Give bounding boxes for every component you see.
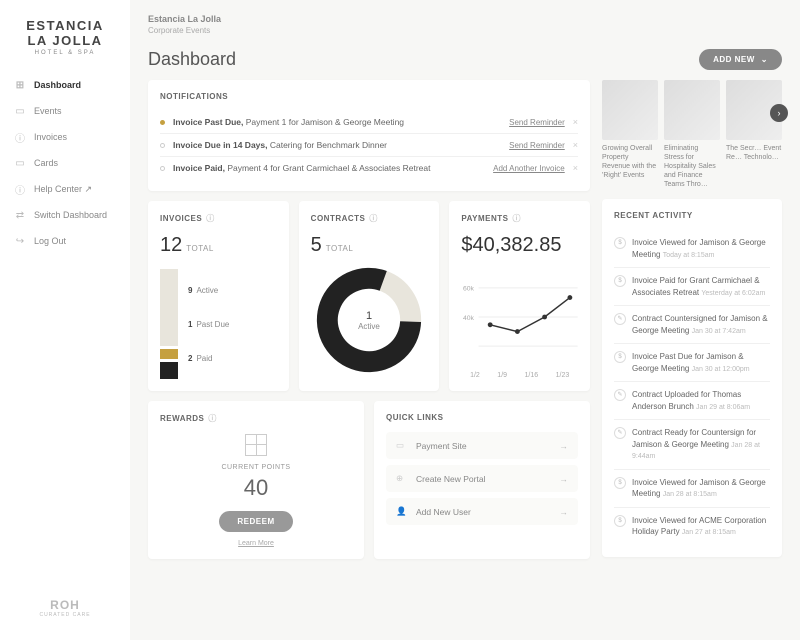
arrow-right-icon: →	[560, 441, 569, 451]
activity-row: ✎Contract Uploaded for Thomas Anderson B…	[614, 381, 770, 419]
activity-row: $Invoice Viewed for ACME Corporation Hol…	[614, 507, 770, 545]
invoices-bar	[160, 269, 178, 379]
activity-card: RECENT ACTIVITY $Invoice Viewed for Jami…	[602, 199, 782, 557]
notification-action[interactable]: Send Reminder	[509, 118, 565, 127]
notification-row: Invoice Paid, Payment 4 for Grant Carmic…	[160, 156, 578, 179]
nav-item-help-center-[interactable]: ⓘHelp Center ↗	[0, 176, 130, 202]
quicklink-add-new-user[interactable]: 👤Add New User→	[386, 498, 578, 525]
notifications-title: NOTIFICATIONS	[160, 92, 578, 101]
quicklink-icon: 👤	[396, 506, 408, 517]
payments-card: PAYMENTSⓘ $40,382.85 60k 40k	[449, 201, 590, 391]
redeem-button[interactable]: REDEEM	[219, 511, 292, 532]
thumbnail-image	[602, 80, 658, 140]
svg-text:60k: 60k	[463, 286, 475, 293]
arrow-right-icon: →	[560, 474, 569, 484]
activity-row: $Invoice Viewed for Jamison & George Mee…	[614, 230, 770, 267]
activity-icon: $	[614, 477, 626, 489]
contracts-card: CONTRACTSⓘ 5TOTAL 1Active	[299, 201, 440, 391]
add-new-button[interactable]: ADD NEW ⌄	[699, 49, 782, 70]
notification-row: Invoice Due in 14 Days, Catering for Ben…	[160, 133, 578, 156]
notification-row: Invoice Past Due, Payment 1 for Jamison …	[160, 111, 578, 133]
close-icon[interactable]: ×	[573, 140, 578, 150]
nav-item-switch-dashboard[interactable]: ⇄Switch Dashboard	[0, 202, 130, 228]
article-carousel: Growing Overall Property Revenue with th…	[602, 80, 782, 189]
status-dot	[160, 143, 165, 148]
svg-text:40k: 40k	[463, 315, 475, 322]
gift-icon	[245, 434, 267, 456]
help-icon[interactable]: ⓘ	[206, 213, 215, 224]
activity-icon: ✎	[614, 427, 626, 439]
activity-row: $Invoice Viewed for Jamison & George Mee…	[614, 469, 770, 507]
carousel-item[interactable]: Eliminating Stress for Hospitality Sales…	[664, 80, 720, 189]
chevron-down-icon: ⌄	[761, 55, 768, 64]
activity-icon: $	[614, 351, 626, 363]
contracts-donut: 1Active	[314, 265, 424, 375]
invoices-card: INVOICESⓘ 12TOTAL 9Active1Past Due2Paid	[148, 201, 289, 391]
help-icon[interactable]: ⓘ	[512, 213, 521, 224]
sidebar: ESTANCIA LA JOLLA HOTEL & SPA ⊞Dashboard…	[0, 0, 130, 640]
nav-item-invoices[interactable]: ⓘInvoices	[0, 124, 130, 150]
footer-logo: ROH CURATED CARE	[0, 588, 130, 628]
notification-action[interactable]: Send Reminder	[509, 141, 565, 150]
close-icon[interactable]: ×	[573, 163, 578, 173]
breadcrumb-title: Estancia La Jolla	[148, 14, 782, 24]
activity-icon: ✎	[614, 389, 626, 401]
thumbnail-image	[664, 80, 720, 140]
arrow-right-icon: →	[560, 507, 569, 517]
rewards-card: REWARDSⓘ CURRENT POINTS 40 REDEEM Learn …	[148, 401, 364, 559]
close-icon[interactable]: ×	[573, 117, 578, 127]
learn-more-link[interactable]: Learn More	[160, 540, 352, 547]
notification-action[interactable]: Add Another Invoice	[493, 164, 565, 173]
activity-row: $Invoice Past Due for Jamison & George M…	[614, 343, 770, 381]
activity-icon: $	[614, 237, 626, 249]
carousel-item[interactable]: The Secr… Event Re… Technolo…	[726, 80, 782, 189]
nav-icon: ⊞	[14, 79, 26, 91]
nav-item-events[interactable]: ▭Events	[0, 98, 130, 124]
quicklink-create-new-portal[interactable]: ⊕Create New Portal→	[386, 465, 578, 492]
breadcrumb-sub: Corporate Events	[148, 26, 782, 35]
payments-chart: 60k 40k 1/21/91/161/23	[461, 267, 578, 379]
brand-logo: ESTANCIA LA JOLLA HOTEL & SPA	[0, 12, 130, 72]
activity-icon: $	[614, 515, 626, 527]
nav-icon: ↪	[14, 235, 26, 247]
status-dot	[160, 166, 165, 171]
nav-icon: ⓘ	[14, 183, 26, 195]
nav-icon: ▭	[14, 157, 26, 169]
notifications-card: NOTIFICATIONS Invoice Past Due, Payment …	[148, 80, 590, 191]
quicklink-icon: ⊕	[396, 473, 408, 484]
nav-item-dashboard[interactable]: ⊞Dashboard	[0, 72, 130, 98]
carousel-item[interactable]: Growing Overall Property Revenue with th…	[602, 80, 658, 189]
nav-icon: ▭	[14, 105, 26, 117]
main: Estancia La Jolla Corporate Events Dashb…	[130, 0, 800, 640]
page-title: Dashboard	[148, 49, 236, 70]
nav: ⊞Dashboard▭EventsⓘInvoices▭CardsⓘHelp Ce…	[0, 72, 130, 588]
activity-row: $Invoice Paid for Grant Carmichael & Ass…	[614, 267, 770, 305]
carousel-next[interactable]: ›	[770, 104, 788, 122]
quicklink-payment-site[interactable]: ▭Payment Site→	[386, 432, 578, 459]
quicklink-icon: ▭	[396, 440, 408, 451]
nav-item-cards[interactable]: ▭Cards	[0, 150, 130, 176]
activity-icon: ✎	[614, 313, 626, 325]
nav-icon: ⓘ	[14, 131, 26, 143]
status-dot	[160, 120, 165, 125]
quicklinks-card: QUICK LINKS ▭Payment Site→⊕Create New Po…	[374, 401, 590, 559]
help-icon[interactable]: ⓘ	[369, 213, 378, 224]
activity-row: ✎Contract Countersigned for Jamison & Ge…	[614, 305, 770, 343]
help-icon[interactable]: ⓘ	[208, 413, 217, 424]
nav-icon: ⇄	[14, 209, 26, 221]
activity-row: ✎Contract Ready for Countersign for Jami…	[614, 419, 770, 469]
nav-item-log-out[interactable]: ↪Log Out	[0, 228, 130, 254]
activity-icon: $	[614, 275, 626, 287]
